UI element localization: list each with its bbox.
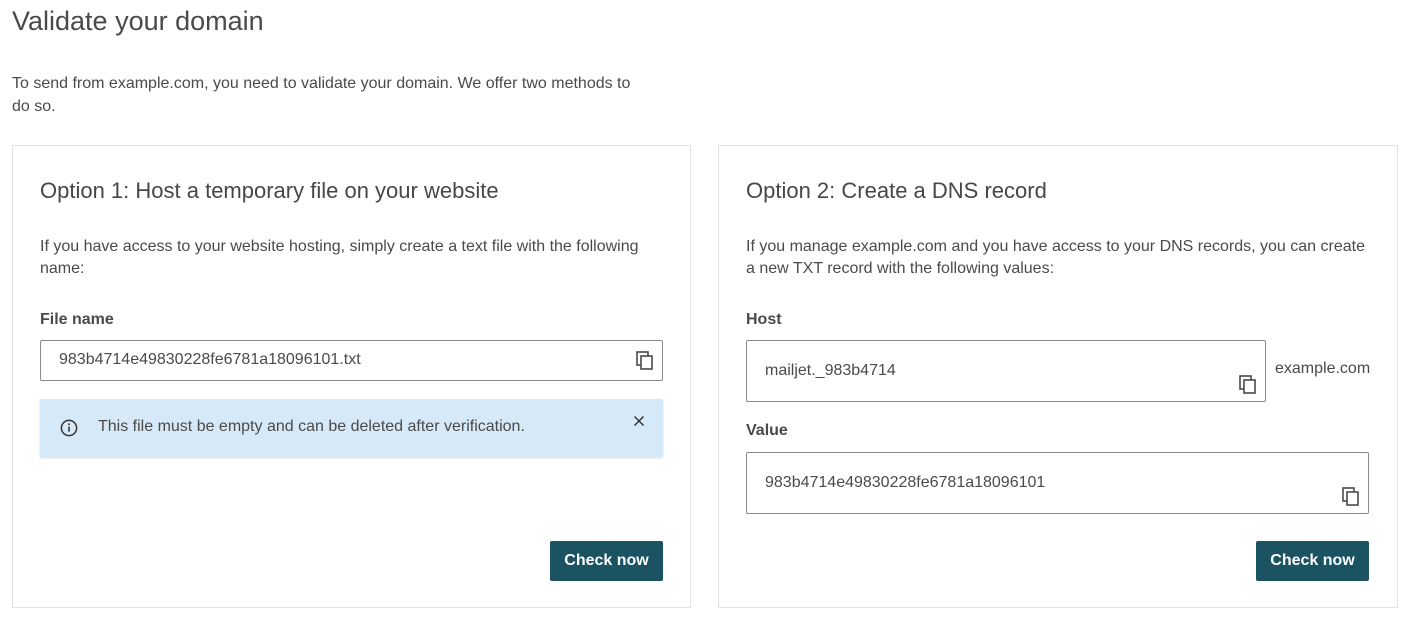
copy-icon[interactable]	[1239, 375, 1257, 394]
value-label: Value	[746, 422, 788, 439]
option-2-card: Option 2: Create a DNS record If you man…	[718, 145, 1398, 608]
option-1-check-now-button[interactable]: Check now	[550, 541, 663, 581]
page-intro: To send from example.com, you need to va…	[12, 75, 631, 115]
option-1-description: If you have access to your website hosti…	[40, 238, 639, 277]
alert-message: This file must be empty and can be delet…	[98, 418, 525, 435]
host-value[interactable]: mailjet._983b4714	[765, 362, 896, 380]
page-title: Validate your domain	[12, 6, 264, 36]
value-value[interactable]: 983b4714e49830228fe6781a18096101	[765, 474, 1045, 492]
info-icon	[60, 419, 78, 437]
host-field[interactable]: mailjet._983b4714	[746, 340, 1266, 402]
option-1-card: Option 1: Host a temporary file on your …	[12, 145, 691, 608]
copy-icon[interactable]	[636, 351, 654, 370]
host-suffix: example.com	[1275, 360, 1371, 377]
option-2-title: Option 2: Create a DNS record	[746, 178, 1047, 203]
option-2-check-now-button[interactable]: Check now	[1256, 541, 1369, 581]
info-alert: This file must be empty and can be delet…	[40, 399, 663, 457]
close-icon[interactable]	[633, 415, 645, 427]
file-name-label: File name	[40, 311, 114, 328]
copy-icon[interactable]	[1342, 487, 1360, 506]
host-label: Host	[746, 311, 782, 328]
file-name-value[interactable]: 983b4714e49830228fe6781a18096101.txt	[59, 351, 361, 369]
option-2-description: If you manage example.com and you have a…	[746, 238, 1365, 277]
option-1-title: Option 1: Host a temporary file on your …	[40, 178, 499, 203]
file-name-field[interactable]: 983b4714e49830228fe6781a18096101.txt	[40, 340, 663, 381]
value-field[interactable]: 983b4714e49830228fe6781a18096101	[746, 452, 1369, 514]
